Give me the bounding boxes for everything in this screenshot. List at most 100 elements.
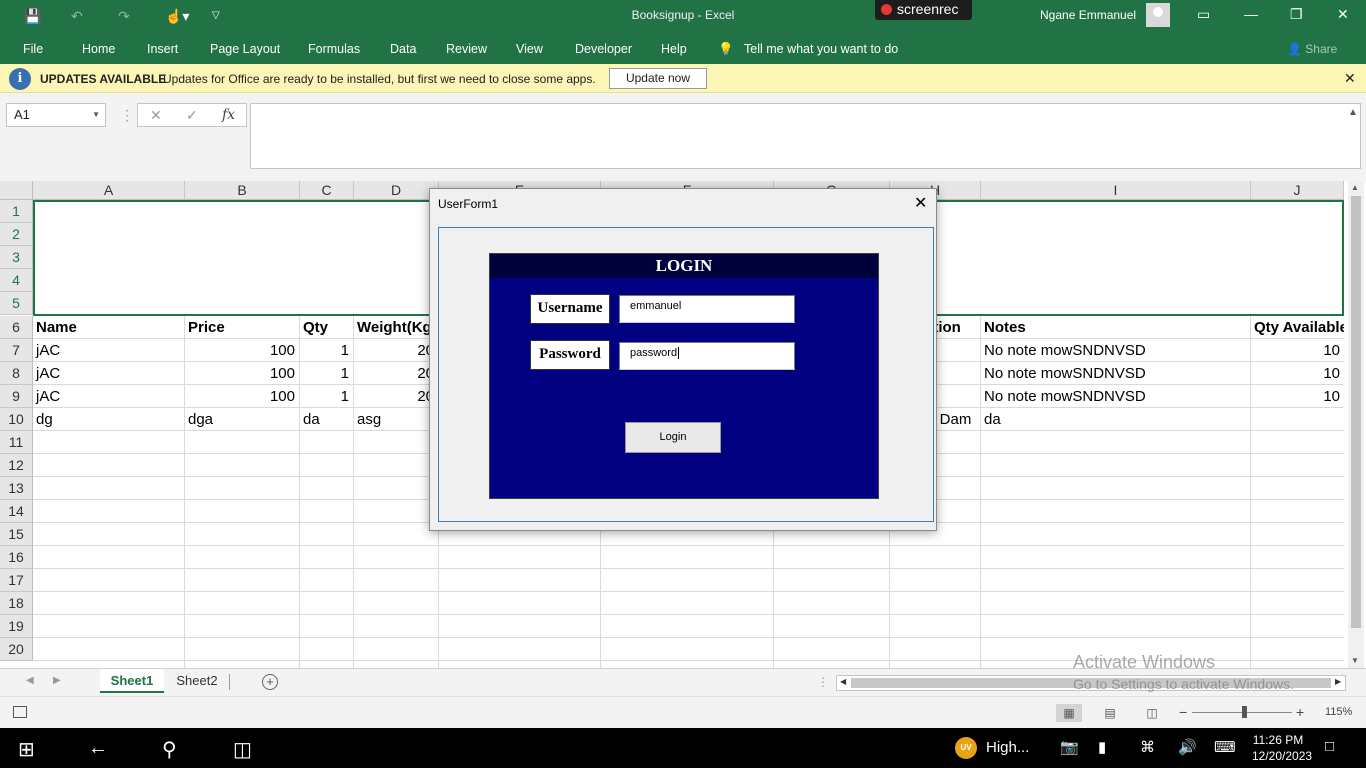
battery-icon[interactable]: ▮ — [1098, 738, 1106, 756]
cell-d8[interactable]: 20 — [354, 362, 438, 385]
page-break-view-icon[interactable]: ◫ — [1139, 704, 1165, 722]
row-header-6[interactable]: 6 — [0, 316, 33, 339]
cell-j7[interactable]: 10 — [1251, 339, 1344, 362]
tab-developer[interactable]: Developer — [575, 42, 632, 56]
cell-a7[interactable]: jAC — [33, 339, 184, 362]
row-header-19[interactable]: 19 — [0, 615, 33, 638]
enter-icon[interactable]: ✓ — [186, 107, 198, 124]
collapse-formula-icon[interactable]: ▲ — [1348, 107, 1358, 118]
scroll-down-icon[interactable]: ▼ — [1351, 656, 1359, 665]
name-box[interactable]: A1 ▼ — [6, 103, 106, 127]
cell-d7[interactable]: 20 — [354, 339, 438, 362]
column-header-b[interactable]: B — [185, 181, 300, 200]
cell-c9[interactable]: 1 — [300, 385, 353, 408]
row-header-10[interactable]: 10 — [0, 408, 33, 431]
row-header-15[interactable]: 15 — [0, 523, 33, 546]
tab-formulas[interactable]: Formulas — [308, 42, 360, 56]
user-name[interactable]: Ngane Emmanuel — [1040, 8, 1136, 22]
cell-b9[interactable]: 100 — [185, 385, 299, 408]
scroll-up-icon[interactable]: ▲ — [1351, 183, 1359, 192]
task-view-icon[interactable]: ◫ — [233, 737, 252, 762]
row-header-20[interactable]: 20 — [0, 638, 33, 661]
scroll-thumb[interactable] — [1351, 196, 1361, 628]
zoom-slider-thumb[interactable] — [1242, 706, 1247, 718]
tab-file[interactable]: File — [23, 42, 43, 56]
cell-i6[interactable]: Notes — [981, 316, 1250, 339]
tell-me-search[interactable]: Tell me what you want to do — [744, 42, 898, 56]
close-icon[interactable]: ✕ — [914, 193, 927, 213]
windows-start-icon[interactable]: ⊞ — [18, 737, 35, 762]
weather-icon[interactable]: UV — [955, 737, 977, 759]
weather-text[interactable]: High... — [986, 739, 1029, 756]
cell-a9[interactable]: jAC — [33, 385, 184, 408]
tab-page-layout[interactable]: Page Layout — [210, 42, 280, 56]
screenrec-badge[interactable]: screenrec — [875, 0, 972, 20]
close-banner-icon[interactable]: ✕ — [1344, 70, 1356, 87]
password-input[interactable]: password — [619, 342, 795, 370]
back-arrow-icon[interactable]: ← — [88, 737, 108, 760]
next-sheet-icon[interactable]: ▶ — [53, 675, 61, 686]
cell-b7[interactable]: 100 — [185, 339, 299, 362]
share-button[interactable]: 👤 Share — [1287, 42, 1337, 56]
username-input[interactable]: emmanuel — [619, 295, 795, 323]
normal-view-icon[interactable]: ▦ — [1056, 704, 1082, 722]
row-header-5[interactable]: 5 — [0, 292, 33, 315]
row-header-14[interactable]: 14 — [0, 500, 33, 523]
row-header-12[interactable]: 12 — [0, 454, 33, 477]
zoom-out-icon[interactable]: − — [1179, 704, 1187, 720]
keyboard-icon[interactable]: ⌨ — [1214, 738, 1236, 756]
row-header-13[interactable]: 13 — [0, 477, 33, 500]
vertical-scrollbar[interactable]: ▲ ▼ — [1348, 181, 1364, 668]
avatar[interactable] — [1146, 3, 1170, 27]
ribbon-display-icon[interactable]: ▭ — [1197, 6, 1210, 23]
column-header-j[interactable]: J — [1251, 181, 1344, 200]
row-header-8[interactable]: 8 — [0, 362, 33, 385]
row-header-18[interactable]: 18 — [0, 592, 33, 615]
tab-data[interactable]: Data — [390, 42, 416, 56]
column-header-c[interactable]: C — [300, 181, 354, 200]
column-header-d[interactable]: D — [354, 181, 439, 200]
add-sheet-icon[interactable]: + — [262, 674, 278, 690]
network-icon[interactable]: ⌘ — [1140, 738, 1155, 756]
login-button[interactable]: Login — [625, 422, 721, 453]
row-header-11[interactable]: 11 — [0, 431, 33, 454]
scroll-left-icon[interactable]: ◀ — [840, 677, 846, 686]
cell-c7[interactable]: 1 — [300, 339, 353, 362]
cell-b10[interactable]: dga — [185, 408, 299, 431]
cell-b6[interactable]: Price — [185, 316, 299, 339]
minimize-icon[interactable]: — — [1244, 6, 1258, 22]
select-all-corner[interactable] — [0, 181, 33, 200]
cell-a6[interactable]: Name — [33, 316, 184, 339]
cell-c6[interactable]: Qty — [300, 316, 353, 339]
cell-c8[interactable]: 1 — [300, 362, 353, 385]
row-header-17[interactable]: 17 — [0, 569, 33, 592]
formula-input[interactable] — [250, 103, 1361, 169]
column-header-a[interactable]: A — [33, 181, 185, 200]
update-now-button[interactable]: Update now — [609, 68, 707, 89]
cell-a8[interactable]: jAC — [33, 362, 184, 385]
sheet-tab-sheet2[interactable]: Sheet2 — [166, 669, 228, 693]
cell-j6[interactable]: Qty Available — [1251, 316, 1344, 339]
row-header-16[interactable]: 16 — [0, 546, 33, 569]
tab-review[interactable]: Review — [446, 42, 487, 56]
zoom-level[interactable]: 115% — [1325, 706, 1352, 718]
volume-icon[interactable]: 🔊 — [1178, 738, 1197, 756]
cell-d10[interactable]: asg — [354, 408, 438, 431]
search-icon[interactable]: ⚲ — [162, 737, 177, 762]
tab-help[interactable]: Help — [661, 42, 687, 56]
insert-function-icon[interactable]: fx — [222, 107, 235, 123]
cell-a10[interactable]: dg — [33, 408, 184, 431]
cell-i9[interactable]: No note mowSNDNVSD — [981, 385, 1250, 408]
clock[interactable]: 11:26 PM 12/20/2023 — [1252, 732, 1312, 764]
tab-view[interactable]: View — [516, 42, 543, 56]
camera-icon[interactable]: 📷 — [1060, 738, 1079, 756]
cell-b8[interactable]: 100 — [185, 362, 299, 385]
sheet-tab-sheet1[interactable]: Sheet1 — [100, 669, 164, 693]
row-header-9[interactable]: 9 — [0, 385, 33, 408]
close-window-icon[interactable]: ✕ — [1337, 6, 1349, 23]
cell-j8[interactable]: 10 — [1251, 362, 1344, 385]
cell-i8[interactable]: No note mowSNDNVSD — [981, 362, 1250, 385]
cell-c10[interactable]: da — [300, 408, 353, 431]
cell-d6[interactable]: Weight(Kg — [354, 316, 438, 339]
row-header-3[interactable]: 3 — [0, 246, 33, 269]
